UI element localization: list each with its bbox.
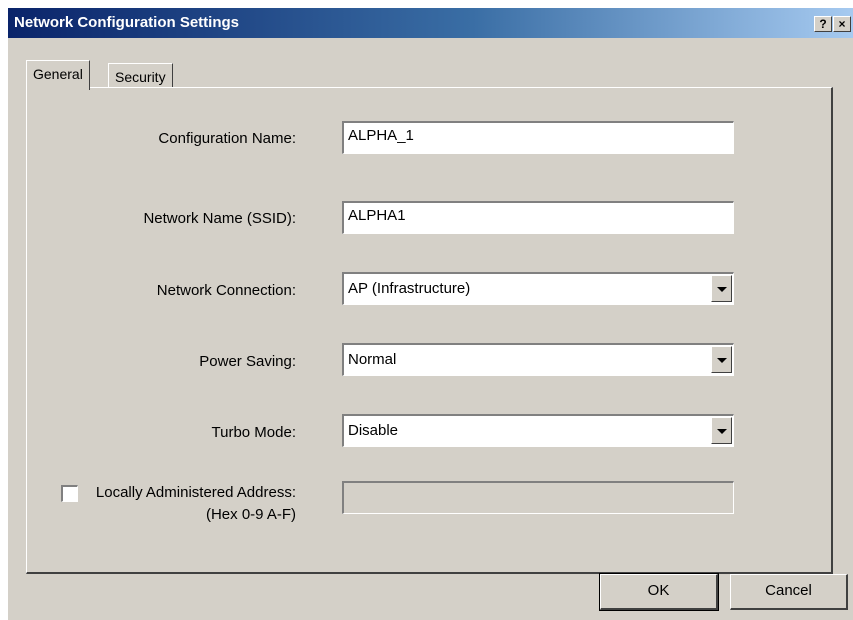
chevron-down-icon [717,287,727,292]
help-button[interactable]: ? [814,16,832,32]
turbo-mode-label: Turbo Mode: [211,424,297,441]
turbo-mode-dropdown-button[interactable] [711,417,732,444]
cancel-button[interactable]: Cancel [730,574,848,610]
turbo-mode-value: Disable [348,422,399,439]
network-connection-label: Network Connection: [156,282,296,299]
turbo-mode-select[interactable]: Disable [342,414,734,447]
ssid-value: ALPHA1 [348,207,406,224]
chevron-down-icon [717,358,727,363]
local-address-sublabel: (Hex 0-9 A-F) [205,506,296,523]
ssid-field[interactable]: ALPHA1 [342,201,734,234]
power-saving-dropdown-button[interactable] [711,346,732,373]
network-connection-dropdown-button[interactable] [711,275,732,302]
power-saving-label: Power Saving: [199,353,296,370]
config-name-value: ALPHA_1 [348,127,414,144]
general-panel: Configuration Name: ALPHA_1 Network Name… [26,87,833,574]
chevron-down-icon [717,429,727,434]
ssid-label: Network Name (SSID): [143,210,296,227]
local-address-field[interactable] [342,481,734,514]
network-config-dialog: Network Configuration Settings ? × Gener… [8,8,853,620]
config-name-label: Configuration Name: [158,130,296,147]
close-button[interactable]: × [833,16,851,32]
ok-button[interactable]: OK [599,573,719,611]
window-title: Network Configuration Settings [14,14,239,31]
local-address-checkbox[interactable] [61,485,78,502]
local-address-label: Locally Administered Address: [95,484,296,501]
network-connection-value: AP (Infrastructure) [348,280,471,297]
tab-general[interactable]: General [26,60,90,90]
power-saving-value: Normal [348,351,397,368]
config-name-field[interactable]: ALPHA_1 [342,121,734,154]
title-bar[interactable]: Network Configuration Settings ? × [8,8,853,38]
power-saving-select[interactable]: Normal [342,343,734,376]
network-connection-select[interactable]: AP (Infrastructure) [342,272,734,305]
tab-security[interactable]: Security [108,63,173,90]
